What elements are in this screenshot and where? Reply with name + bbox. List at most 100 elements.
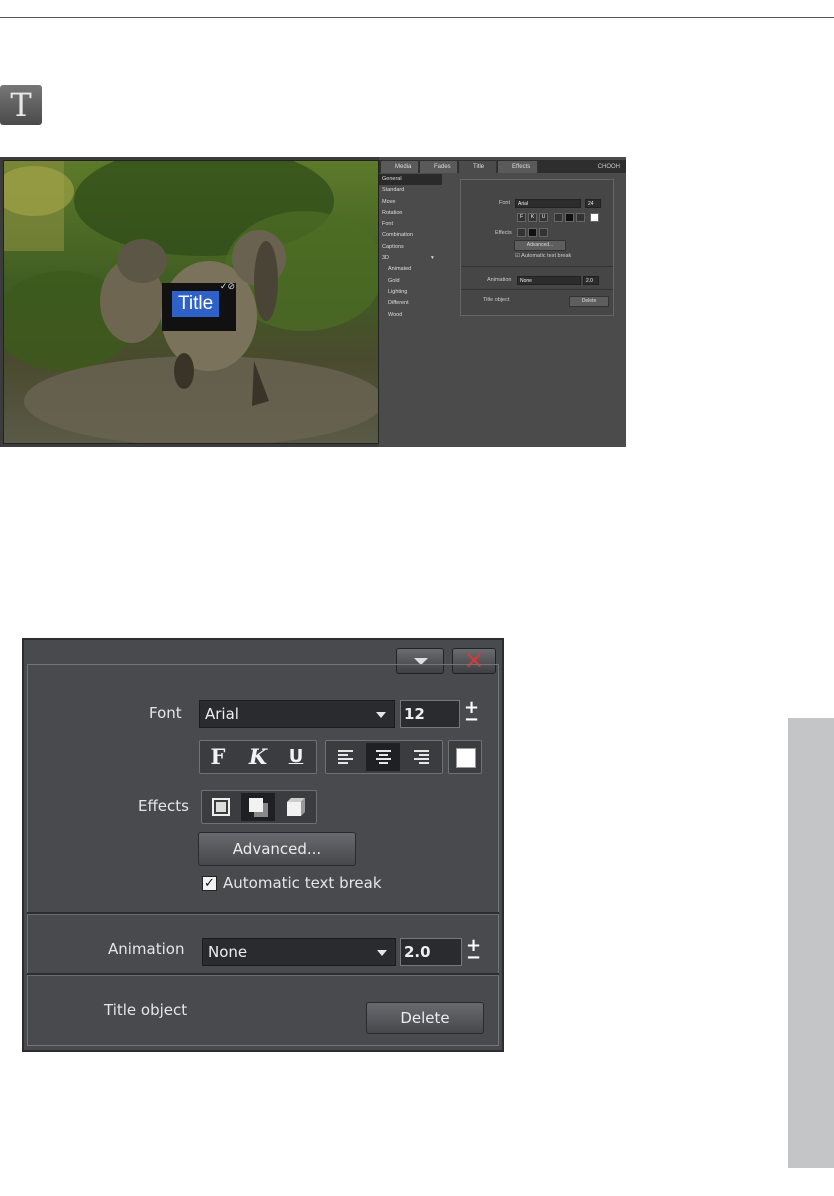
list-item[interactable]: Move xyxy=(379,197,456,208)
text-color-button[interactable] xyxy=(448,740,482,774)
list-item[interactable]: Animated xyxy=(379,264,456,275)
text-color-icon[interactable] xyxy=(590,213,599,222)
animation-duration-stepper[interactable]: + − xyxy=(466,937,481,967)
italic-icon[interactable]: K xyxy=(528,213,537,222)
3d-effect-svg xyxy=(287,798,305,816)
tab-title[interactable]: Title xyxy=(459,161,497,173)
animation-label-small: Animation xyxy=(487,277,512,283)
title-object-label: Title object xyxy=(104,1001,188,1019)
chevron-down-icon xyxy=(376,712,386,718)
auto-break-label-small: Automatic text break xyxy=(521,253,572,259)
animation-select[interactable]: None xyxy=(202,938,396,966)
animation-label: Animation xyxy=(108,940,185,958)
list-item[interactable]: Wood xyxy=(379,310,456,321)
divider xyxy=(461,266,613,267)
title-text[interactable]: Title xyxy=(172,291,220,317)
auto-break-small[interactable]: ☑ Automatic text break xyxy=(515,253,571,259)
minus-icon[interactable]: − xyxy=(464,711,479,729)
minus-icon[interactable]: − xyxy=(466,949,481,967)
media-pool-tabs: Media Fades Title Effects CHOOH xyxy=(379,160,626,173)
auto-break-checkbox[interactable]: ✓ xyxy=(202,876,217,891)
effects-group xyxy=(201,790,317,824)
tab-effects-label: Effects xyxy=(512,164,531,170)
align-center-icon[interactable] xyxy=(366,743,400,771)
logo: CHOOH xyxy=(597,164,620,170)
shadow-effect-icon[interactable] xyxy=(528,228,537,237)
animation-value: None xyxy=(208,943,248,961)
tab-media[interactable]: Media xyxy=(381,161,419,173)
advanced-button[interactable]: Advanced... xyxy=(198,832,356,866)
text-style-group: F K U xyxy=(199,740,317,774)
list-item[interactable]: Lighting xyxy=(379,287,456,298)
list-item[interactable]: Gold xyxy=(379,276,456,287)
delete-button[interactable]: Delete xyxy=(366,1002,484,1034)
list-item[interactable]: Rotation xyxy=(379,208,456,219)
chevron-down-icon xyxy=(377,950,387,956)
font-label-small: Font xyxy=(499,200,511,206)
list-item[interactable]: Combination xyxy=(379,230,456,241)
align-center-icon[interactable] xyxy=(565,213,574,222)
animation-duration-input[interactable]: 2.0 xyxy=(400,938,462,966)
bold-icon[interactable]: F xyxy=(517,213,526,222)
tab-title-label: Title xyxy=(473,164,485,170)
tab-fades-label: Fades xyxy=(434,164,451,170)
delete-button-small[interactable]: Delete xyxy=(569,296,609,307)
video-preview: Title ✓⊘ xyxy=(3,160,379,444)
header-rule xyxy=(0,17,834,18)
list-item[interactable]: Standard xyxy=(379,185,456,196)
alignment-group xyxy=(325,740,443,774)
text-color-icon xyxy=(456,748,476,768)
list-item[interactable]: General xyxy=(379,174,442,186)
bold-icon[interactable]: F xyxy=(204,743,232,771)
animation-duration-small[interactable]: 2.0 xyxy=(583,276,599,285)
chapter-tab-marker xyxy=(788,718,834,1168)
font-select-small[interactable]: Arial xyxy=(515,199,581,208)
program-screenshot: Title ✓⊘ Media Fades Title Effects CHOOH… xyxy=(0,157,626,447)
title-object[interactable]: Title ✓⊘ xyxy=(162,282,236,331)
divider xyxy=(27,973,499,976)
divider xyxy=(27,912,499,915)
outline-effect-icon[interactable] xyxy=(517,228,526,237)
media-pool-panel: Media Fades Title Effects CHOOH General … xyxy=(379,157,626,447)
title-properties-panel: ✕ Font Arial 12 + − F K U Effects Advance… xyxy=(22,638,504,1052)
tab-media-label: Media xyxy=(395,164,412,170)
align-left-icon[interactable] xyxy=(554,213,563,222)
align-right-icon[interactable] xyxy=(404,743,438,771)
tab-fades[interactable]: Fades xyxy=(420,161,458,173)
list-item-label: 3D xyxy=(382,255,390,262)
check-icon: ✓ xyxy=(204,876,215,891)
align-right-icon[interactable] xyxy=(576,213,585,222)
tab-effects[interactable]: Effects xyxy=(498,161,538,173)
list-item[interactable]: Font xyxy=(379,219,456,230)
font-size-input[interactable]: 12 xyxy=(400,700,460,728)
3d-effect-icon[interactable] xyxy=(278,793,312,821)
title-properties-small: Font Arial 24 F K U Effects Advanced... … xyxy=(460,179,614,316)
divider xyxy=(461,289,613,290)
font-value: Arial xyxy=(205,705,239,723)
list-item[interactable]: Captions xyxy=(379,242,456,253)
list-item[interactable]: Different xyxy=(379,298,456,309)
outline-effect-svg xyxy=(212,798,230,816)
underline-icon[interactable]: U xyxy=(539,213,548,222)
underline-icon[interactable]: U xyxy=(282,743,310,771)
font-size-small[interactable]: 24 xyxy=(585,199,601,208)
shadow-effect-svg xyxy=(249,798,268,817)
title-category-list: General Standard Move Rotation Font Comb… xyxy=(379,174,456,321)
list-item[interactable]: 3D ▾ xyxy=(379,253,456,264)
title-object-label-small: Title object xyxy=(483,297,510,303)
auto-break-label: Automatic text break xyxy=(223,874,382,892)
effects-label-small: Effects xyxy=(495,230,512,236)
advanced-button-small[interactable]: Advanced... xyxy=(514,240,566,251)
shadow-effect-icon[interactable] xyxy=(241,793,275,821)
3d-effect-icon[interactable] xyxy=(539,228,548,237)
title-handles-icon[interactable]: ✓⊘ xyxy=(220,282,235,292)
font-select[interactable]: Arial xyxy=(199,700,395,728)
italic-icon[interactable]: K xyxy=(244,743,272,771)
animation-select-small[interactable]: None xyxy=(517,276,581,285)
title-t-icon: T xyxy=(0,85,42,125)
effects-label: Effects xyxy=(138,797,189,815)
align-left-icon[interactable] xyxy=(328,743,362,771)
font-size-stepper[interactable]: + − xyxy=(464,699,479,729)
outline-effect-icon[interactable] xyxy=(204,793,238,821)
chevron-down-icon: ▾ xyxy=(431,255,434,262)
